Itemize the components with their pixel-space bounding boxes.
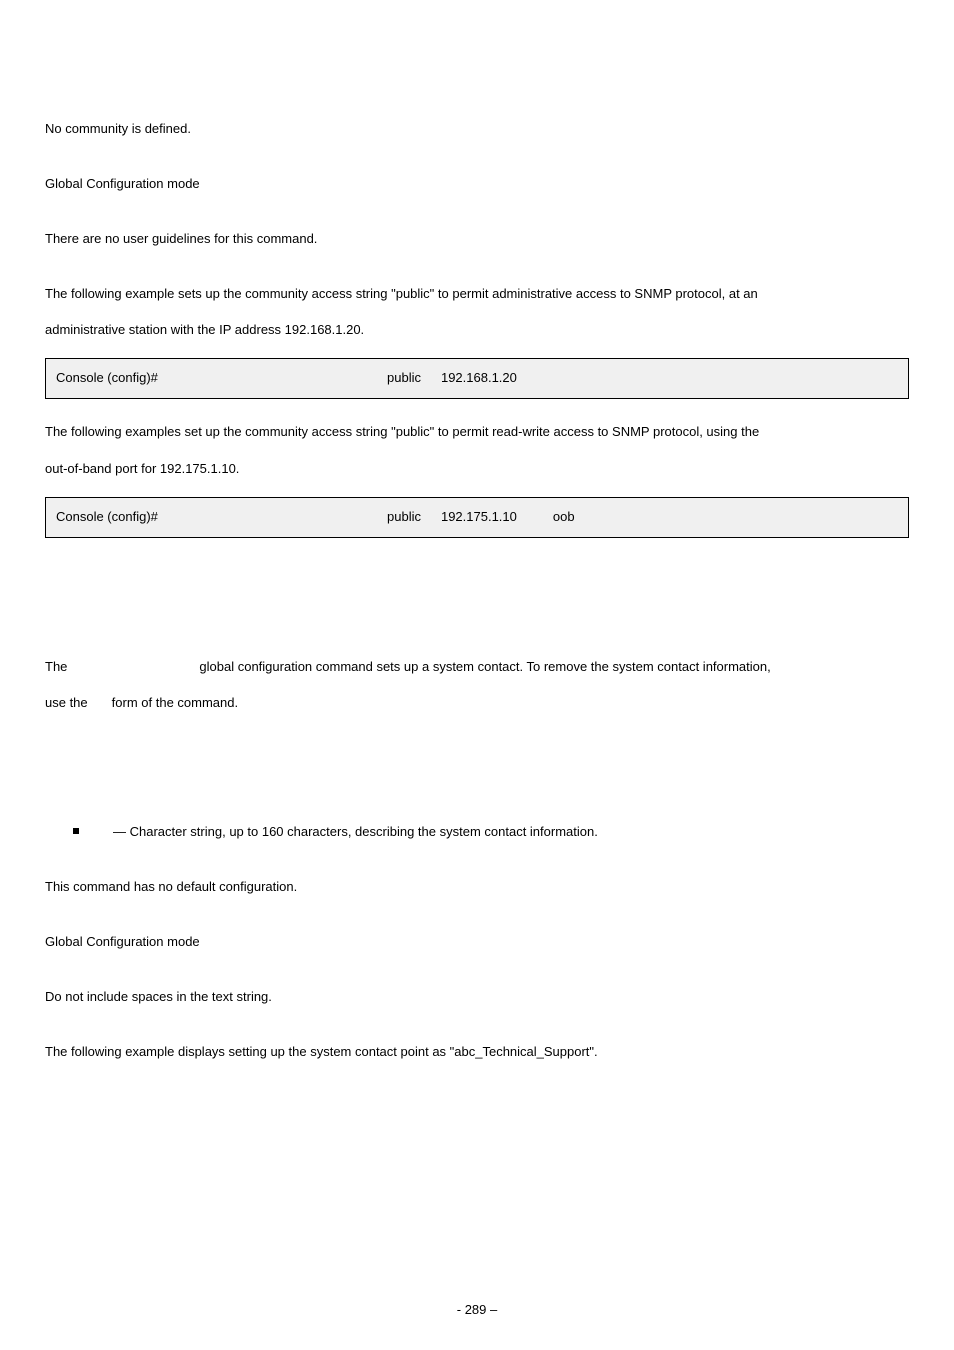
code2-oob: oob <box>553 508 575 527</box>
example-intro-1-a: The following example sets up the commun… <box>45 285 909 304</box>
code-block-1: Console (config)# public 192.168.1.20 <box>45 358 909 399</box>
code1-prompt: Console (config)# <box>56 369 176 388</box>
code-row-2: Console (config)# public 192.175.1.10 oo… <box>56 508 898 527</box>
code2-prompt: Console (config)# <box>56 508 176 527</box>
example-intro-2-a: The following examples set up the commun… <box>45 423 909 442</box>
default-config-2: This command has no default configuratio… <box>45 878 909 897</box>
default-config-text: No community is defined. <box>45 120 909 139</box>
page-footer: - 289 – <box>0 1301 954 1320</box>
user-guidelines-1: There are no user guidelines for this co… <box>45 230 909 249</box>
command-mode-2: Global Configuration mode <box>45 933 909 952</box>
code1-ip: 192.168.1.20 <box>441 369 517 388</box>
bullet-icon <box>73 828 79 834</box>
code-block-2: Console (config)# public 192.175.1.10 oo… <box>45 497 909 538</box>
desc-line-1: The global configuration command sets up … <box>45 658 909 677</box>
example-intro-1-b: administrative station with the IP addre… <box>45 321 909 340</box>
example-intro-2-b: out-of-band port for 192.175.1.10. <box>45 460 909 479</box>
example-intro-3: The following example displays setting u… <box>45 1043 909 1062</box>
desc-line2-a: use the <box>45 695 88 710</box>
desc-line1-b: global configuration command sets up a s… <box>199 659 770 674</box>
desc-line1-a: The <box>45 659 67 674</box>
param-bullet-row: — Character string, up to 160 characters… <box>73 823 909 842</box>
command-mode-text: Global Configuration mode <box>45 175 909 194</box>
code1-public: public <box>387 369 421 388</box>
user-guidelines-2: Do not include spaces in the text string… <box>45 988 909 1007</box>
desc-line2-b: form of the command. <box>112 695 238 710</box>
param-text: — Character string, up to 160 characters… <box>113 823 598 842</box>
code-row-1: Console (config)# public 192.168.1.20 <box>56 369 898 388</box>
code2-ip: 192.175.1.10 <box>441 508 517 527</box>
code2-public: public <box>387 508 421 527</box>
page-container: No community is defined. Global Configur… <box>0 0 954 1350</box>
desc-line-2: use the form of the command. <box>45 694 909 713</box>
